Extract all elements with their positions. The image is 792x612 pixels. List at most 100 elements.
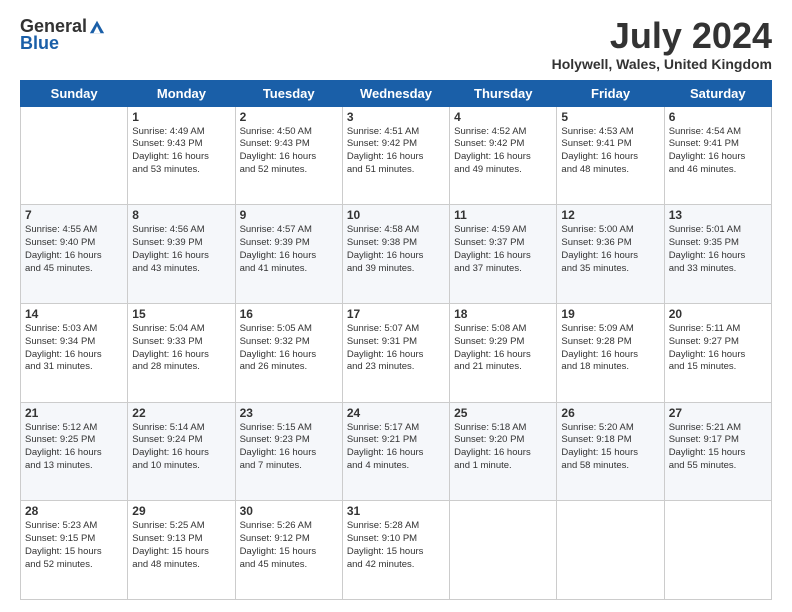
day-info: Sunrise: 4:59 AM Sunset: 9:37 PM Dayligh…: [454, 224, 552, 275]
col-sunday: Sunday: [21, 80, 128, 106]
calendar-week-row: 28 Sunrise: 5:23 AM Sunset: 9:15 PM Dayli…: [21, 501, 772, 600]
calendar-cell: 25 Sunrise: 5:18 AM Sunset: 9:20 PM Dayli…: [450, 402, 557, 501]
day-info: Sunrise: 5:28 AM Sunset: 9:10 PM Dayligh…: [347, 520, 445, 571]
day-number: 20: [669, 307, 767, 321]
day-number: 27: [669, 406, 767, 420]
calendar-cell: 20 Sunrise: 5:11 AM Sunset: 9:27 PM Dayli…: [664, 303, 771, 402]
day-info: Sunrise: 5:01 AM Sunset: 9:35 PM Dayligh…: [669, 224, 767, 275]
col-wednesday: Wednesday: [342, 80, 449, 106]
day-number: 29: [132, 504, 230, 518]
day-number: 25: [454, 406, 552, 420]
col-friday: Friday: [557, 80, 664, 106]
calendar-cell: [557, 501, 664, 600]
calendar-cell: 14 Sunrise: 5:03 AM Sunset: 9:34 PM Dayli…: [21, 303, 128, 402]
month-title: July 2024: [552, 16, 772, 56]
day-number: 10: [347, 208, 445, 222]
day-number: 7: [25, 208, 123, 222]
calendar-cell: 21Sunrise: 5:12 AM Sunset: 9:25 PM Dayli…: [21, 402, 128, 501]
day-number: 4: [454, 110, 552, 124]
day-number: 11: [454, 208, 552, 222]
day-info: Sunrise: 5:17 AM Sunset: 9:21 PM Dayligh…: [347, 422, 445, 473]
calendar-week-row: 7 Sunrise: 4:55 AM Sunset: 9:40 PM Daylig…: [21, 205, 772, 304]
col-saturday: Saturday: [664, 80, 771, 106]
day-info: Sunrise: 5:21 AM Sunset: 9:17 PM Dayligh…: [669, 422, 767, 473]
day-number: 8: [132, 208, 230, 222]
calendar-week-row: 14 Sunrise: 5:03 AM Sunset: 9:34 PM Dayli…: [21, 303, 772, 402]
day-info: Sunrise: 5:23 AM Sunset: 9:15 PM Dayligh…: [25, 520, 123, 571]
calendar-cell: 19 Sunrise: 5:09 AM Sunset: 9:28 PM Dayli…: [557, 303, 664, 402]
calendar-cell: 9Sunrise: 4:57 AM Sunset: 9:39 PM Daylig…: [235, 205, 342, 304]
day-number: 31: [347, 504, 445, 518]
calendar-cell: 17 Sunrise: 5:07 AM Sunset: 9:31 PM Dayli…: [342, 303, 449, 402]
day-info: Sunrise: 5:20 AM Sunset: 9:18 PM Dayligh…: [561, 422, 659, 473]
day-info: Sunrise: 4:52 AM Sunset: 9:42 PM Dayligh…: [454, 126, 552, 177]
calendar-cell: 26 Sunrise: 5:20 AM Sunset: 9:18 PM Dayli…: [557, 402, 664, 501]
col-monday: Monday: [128, 80, 235, 106]
calendar-cell: 30Sunrise: 5:26 AM Sunset: 9:12 PM Dayli…: [235, 501, 342, 600]
col-thursday: Thursday: [450, 80, 557, 106]
day-number: 6: [669, 110, 767, 124]
day-number: 18: [454, 307, 552, 321]
logo: General Blue: [20, 16, 107, 54]
calendar-header-row: Sunday Monday Tuesday Wednesday Thursday…: [21, 80, 772, 106]
day-number: 5: [561, 110, 659, 124]
day-info: Sunrise: 4:50 AM Sunset: 9:43 PM Dayligh…: [240, 126, 338, 177]
calendar-cell: 2Sunrise: 4:50 AM Sunset: 9:43 PM Daylig…: [235, 106, 342, 205]
day-info: Sunrise: 5:26 AM Sunset: 9:12 PM Dayligh…: [240, 520, 338, 571]
calendar-week-row: 1Sunrise: 4:49 AM Sunset: 9:43 PM Daylig…: [21, 106, 772, 205]
calendar-cell: 10 Sunrise: 4:58 AM Sunset: 9:38 PM Dayli…: [342, 205, 449, 304]
calendar-cell: 12Sunrise: 5:00 AM Sunset: 9:36 PM Dayli…: [557, 205, 664, 304]
day-number: 13: [669, 208, 767, 222]
day-info: Sunrise: 5:03 AM Sunset: 9:34 PM Dayligh…: [25, 323, 123, 374]
day-info: Sunrise: 4:58 AM Sunset: 9:38 PM Dayligh…: [347, 224, 445, 275]
day-number: 28: [25, 504, 123, 518]
calendar-cell: 18 Sunrise: 5:08 AM Sunset: 9:29 PM Dayli…: [450, 303, 557, 402]
calendar-cell: 31 Sunrise: 5:28 AM Sunset: 9:10 PM Dayli…: [342, 501, 449, 600]
day-info: Sunrise: 4:51 AM Sunset: 9:42 PM Dayligh…: [347, 126, 445, 177]
logo-blue-text: Blue: [20, 33, 59, 54]
day-number: 3: [347, 110, 445, 124]
day-number: 19: [561, 307, 659, 321]
day-info: Sunrise: 5:25 AM Sunset: 9:13 PM Dayligh…: [132, 520, 230, 571]
calendar-cell: 24 Sunrise: 5:17 AM Sunset: 9:21 PM Dayli…: [342, 402, 449, 501]
day-number: 9: [240, 208, 338, 222]
calendar-cell: [450, 501, 557, 600]
day-info: Sunrise: 4:53 AM Sunset: 9:41 PM Dayligh…: [561, 126, 659, 177]
calendar-week-row: 21Sunrise: 5:12 AM Sunset: 9:25 PM Dayli…: [21, 402, 772, 501]
calendar-cell: 16Sunrise: 5:05 AM Sunset: 9:32 PM Dayli…: [235, 303, 342, 402]
day-info: Sunrise: 4:49 AM Sunset: 9:43 PM Dayligh…: [132, 126, 230, 177]
day-info: Sunrise: 4:55 AM Sunset: 9:40 PM Dayligh…: [25, 224, 123, 275]
calendar-cell: 1Sunrise: 4:49 AM Sunset: 9:43 PM Daylig…: [128, 106, 235, 205]
calendar-cell: 6 Sunrise: 4:54 AM Sunset: 9:41 PM Daylig…: [664, 106, 771, 205]
day-info: Sunrise: 4:54 AM Sunset: 9:41 PM Dayligh…: [669, 126, 767, 177]
day-info: Sunrise: 5:15 AM Sunset: 9:23 PM Dayligh…: [240, 422, 338, 473]
day-number: 22: [132, 406, 230, 420]
day-number: 23: [240, 406, 338, 420]
day-info: Sunrise: 5:07 AM Sunset: 9:31 PM Dayligh…: [347, 323, 445, 374]
calendar-cell: [21, 106, 128, 205]
day-info: Sunrise: 5:18 AM Sunset: 9:20 PM Dayligh…: [454, 422, 552, 473]
header: General Blue July 2024 Holywell, Wales, …: [20, 16, 772, 72]
day-number: 26: [561, 406, 659, 420]
day-info: Sunrise: 4:56 AM Sunset: 9:39 PM Dayligh…: [132, 224, 230, 275]
calendar-cell: 23 Sunrise: 5:15 AM Sunset: 9:23 PM Dayli…: [235, 402, 342, 501]
day-info: Sunrise: 5:11 AM Sunset: 9:27 PM Dayligh…: [669, 323, 767, 374]
logo-triangle-icon: [88, 19, 106, 35]
calendar-cell: 5 Sunrise: 4:53 AM Sunset: 9:41 PM Daylig…: [557, 106, 664, 205]
page: General Blue July 2024 Holywell, Wales, …: [0, 0, 792, 612]
calendar-cell: 11 Sunrise: 4:59 AM Sunset: 9:37 PM Dayli…: [450, 205, 557, 304]
calendar-cell: 13 Sunrise: 5:01 AM Sunset: 9:35 PM Dayli…: [664, 205, 771, 304]
day-info: Sunrise: 5:08 AM Sunset: 9:29 PM Dayligh…: [454, 323, 552, 374]
calendar-cell: 28 Sunrise: 5:23 AM Sunset: 9:15 PM Dayli…: [21, 501, 128, 600]
day-number: 14: [25, 307, 123, 321]
day-number: 16: [240, 307, 338, 321]
day-info: Sunrise: 5:09 AM Sunset: 9:28 PM Dayligh…: [561, 323, 659, 374]
title-section: July 2024 Holywell, Wales, United Kingdo…: [552, 16, 772, 72]
day-number: 17: [347, 307, 445, 321]
day-number: 12: [561, 208, 659, 222]
day-number: 24: [347, 406, 445, 420]
calendar-cell: 3 Sunrise: 4:51 AM Sunset: 9:42 PM Daylig…: [342, 106, 449, 205]
day-info: Sunrise: 5:04 AM Sunset: 9:33 PM Dayligh…: [132, 323, 230, 374]
col-tuesday: Tuesday: [235, 80, 342, 106]
day-number: 21: [25, 406, 123, 420]
